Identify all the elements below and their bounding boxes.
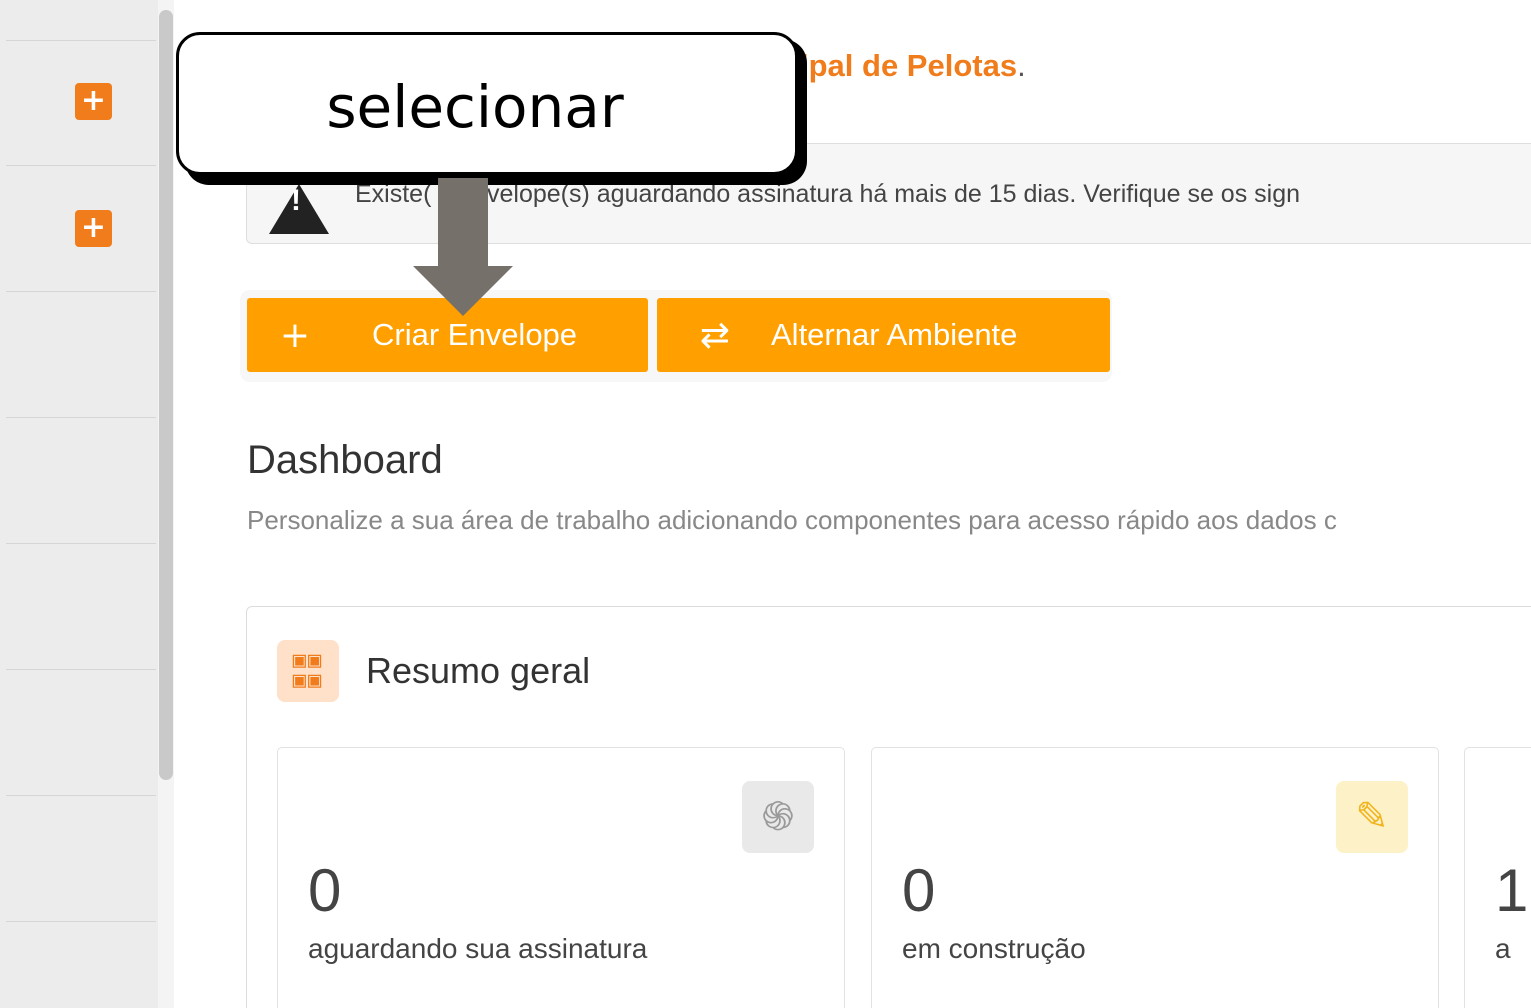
sidebar-divider: [6, 417, 156, 418]
sidebar-divider: [6, 543, 156, 544]
sidebar-divider: [6, 795, 156, 796]
sidebar-divider: [6, 291, 156, 292]
stat-value: 0: [902, 857, 936, 924]
stat-value: 0: [308, 857, 342, 924]
stat-card-partial[interactable]: 1 a: [1464, 747, 1531, 1008]
sidebar-divider: [6, 40, 156, 41]
fingerprint-icon: ֍: [742, 781, 814, 853]
sidebar-scrollbar[interactable]: [158, 0, 174, 1008]
callout-arrow-head: [413, 266, 513, 316]
organization-name: ipal de Pelotas.: [800, 48, 1026, 83]
stat-label: a: [1495, 933, 1511, 964]
pencil-icon: ✎: [1336, 781, 1408, 853]
stat-card-awaiting-signature[interactable]: ֍ 0 aguardando sua assinatura: [277, 747, 845, 1008]
sidebar: + +: [0, 0, 158, 1008]
sidebar-divider: [6, 165, 156, 166]
callout-arrow-shaft: [438, 178, 488, 268]
plus-icon: +: [279, 314, 311, 356]
add-icon[interactable]: +: [75, 83, 112, 120]
add-icon[interactable]: +: [75, 210, 112, 247]
callout-text: selecionar: [326, 73, 624, 141]
qr-grid-icon: ▣▣ ▣▣: [277, 640, 339, 702]
sidebar-divider: [6, 921, 156, 922]
dashboard-title: Dashboard: [247, 438, 443, 482]
stat-value: 1: [1495, 857, 1529, 924]
stat-card-in-construction[interactable]: ✎ 0 em construção: [871, 747, 1439, 1008]
select-callout: selecionar: [176, 32, 798, 175]
warning-mark: !: [291, 184, 301, 217]
switch-environment-button[interactable]: ⇄ Alternar Ambiente: [657, 298, 1110, 372]
dashboard-subtitle: Personalize a sua área de trabalho adici…: [247, 505, 1337, 535]
scrollbar-thumb[interactable]: [159, 10, 173, 780]
stat-label: aguardando sua assinatura: [308, 933, 648, 964]
stat-label: em construção: [902, 933, 1086, 964]
switch-environment-label: Alternar Ambiente: [771, 317, 1018, 352]
sidebar-divider: [6, 669, 156, 670]
swap-arrows-icon: ⇄: [699, 314, 731, 356]
create-envelope-label: Criar Envelope: [372, 317, 578, 352]
summary-title: Resumo geral: [366, 650, 591, 691]
